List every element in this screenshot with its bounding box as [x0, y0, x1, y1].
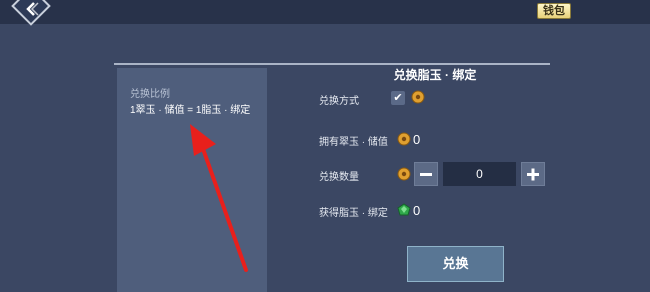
owned-label: 拥有翠玉 · 储值	[319, 137, 388, 148]
quantity-input[interactable]	[443, 162, 516, 186]
plus-icon	[527, 168, 539, 181]
gold-coin-icon	[411, 90, 425, 104]
owned-value: 0	[413, 132, 421, 147]
method-label: 兑换方式	[319, 96, 359, 107]
gold-coin-icon	[397, 132, 411, 146]
method-checkbox[interactable]: ✔	[391, 91, 405, 105]
exchange-button[interactable]: 兑换	[407, 246, 504, 282]
obtained-label: 获得脂玉 · 绑定	[319, 208, 388, 219]
quantity-label: 兑换数量	[319, 172, 359, 183]
minus-icon	[420, 173, 432, 176]
gold-coin-icon	[397, 167, 411, 181]
obtained-value: 0	[413, 203, 421, 218]
checkmark-icon: ✔	[393, 92, 403, 104]
exchange-title: 兑换脂玉 · 绑定	[393, 68, 477, 82]
increase-button[interactable]	[521, 162, 545, 186]
green-gem-icon	[397, 203, 411, 216]
decrease-button[interactable]	[414, 162, 438, 186]
